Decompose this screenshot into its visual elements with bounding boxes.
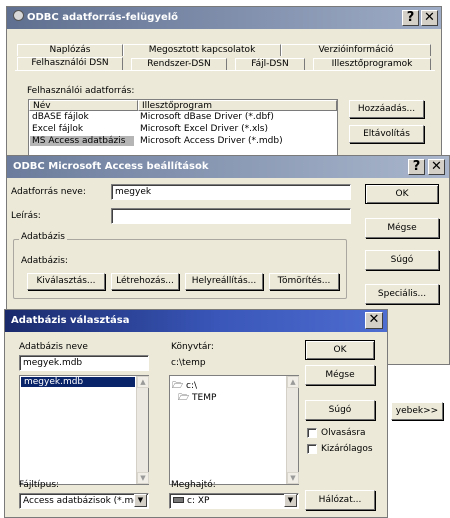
compact-db-button[interactable]: Tömörítés... [269, 273, 339, 290]
list-item[interactable]: Excel fájlok Microsoft Excel Driver (*.xl… [32, 124, 332, 134]
list-item[interactable]: 🗁 TEMP [178, 390, 216, 406]
tab-panel-border [15, 70, 435, 71]
datasource-list[interactable]: Név Illesztőprogram dBASE fájlok Microsof… [28, 99, 338, 159]
dbname-field[interactable]: megyek.mdb [19, 355, 149, 371]
odbc-icon [13, 10, 24, 21]
exclusive-label: Kizárólagos [321, 444, 373, 454]
tab-rendszer-dsn[interactable]: Rendszer-DSN [131, 58, 227, 70]
directory-label: Könyvtár: [171, 342, 214, 352]
dsn-name-field[interactable]: megyek [111, 184, 351, 200]
access-setup-titlebar[interactable]: ODBC Microsoft Access beállítások [7, 156, 449, 178]
cancel-button[interactable]: Mégse [305, 365, 375, 385]
column-header-name[interactable]: Név [29, 100, 138, 111]
scroll-up-icon[interactable]: ▲ [137, 376, 149, 388]
tab-verzio[interactable]: Verzióinformáció [281, 44, 431, 56]
repair-db-button[interactable]: Helyreállítás... [185, 273, 263, 290]
drive-label: Meghajtó: [171, 480, 216, 490]
select-db-window: Adatbázis választása ✕ Adatbázis neve me… [4, 309, 388, 518]
readonly-label: Olvasásra [321, 428, 366, 438]
open-folder-icon: 🗁 [178, 393, 190, 403]
list-item-selected[interactable]: megyek.mdb [21, 377, 135, 387]
odbc-admin-titlebar[interactable]: ODBC adatforrás-felügyelő [7, 7, 441, 29]
dir-list-scrollbar[interactable]: ▲ ▼ [286, 376, 299, 484]
tab-felhasznaloi-dsn[interactable]: Felhasználói DSN [17, 57, 123, 70]
filetype-select[interactable]: Access adatbázisok (*.mc [19, 493, 149, 509]
cancel-button[interactable]: Mégse [365, 218, 439, 238]
tab-fajl-dsn[interactable]: Fájl-DSN [235, 58, 305, 70]
add-button[interactable]: Hozzáadás... [349, 100, 424, 118]
directory-path: c:\temp [171, 358, 206, 368]
chevron-down-icon[interactable]: ▼ [134, 494, 147, 507]
file-list[interactable]: megyek.mdb ▲ ▼ [19, 375, 149, 485]
scroll-down-icon[interactable]: ▼ [287, 472, 299, 484]
user-datasource-label: Felhasználói adatforrás: [27, 86, 135, 96]
exclusive-checkbox[interactable] [307, 444, 317, 454]
tab-illesztoprogramok[interactable]: Illesztőprogramok [313, 58, 431, 70]
drive-select[interactable]: c: XP [169, 493, 299, 509]
network-button[interactable]: Hálózat... [305, 490, 375, 510]
tab-naplozas[interactable]: Naplózás [17, 44, 123, 56]
advanced-button[interactable]: Speciális... [365, 284, 439, 304]
database-group-label: Adatbázis [19, 232, 67, 242]
close-icon[interactable]: ✕ [365, 312, 383, 329]
options-button[interactable]: yebek>> [391, 402, 443, 420]
description-label: Leírás: [11, 211, 41, 221]
filetype-label: Fájltípus: [19, 480, 60, 490]
select-db-button[interactable]: Kiválasztás... [27, 273, 105, 290]
description-field[interactable] [111, 208, 351, 224]
select-db-titlebar[interactable]: Adatbázis választása [5, 310, 387, 332]
close-icon[interactable]: ✕ [421, 10, 438, 26]
database-label: Adatbázis: [21, 256, 68, 266]
directory-list[interactable]: 🗁 c:\ 🗁 TEMP ▲ ▼ [169, 375, 299, 485]
list-item[interactable]: dBASE fájlok Microsoft dBase Driver (*.db… [32, 112, 332, 122]
scroll-down-icon[interactable]: ▼ [137, 472, 149, 484]
ok-button[interactable]: OK [305, 340, 375, 360]
access-setup-title: ODBC Microsoft Access beállítások [13, 161, 209, 172]
tab-megosztott[interactable]: Megosztott kapcsolatok [123, 44, 281, 56]
file-list-scrollbar[interactable]: ▲ ▼ [136, 376, 149, 484]
select-db-title: Adatbázis választása [11, 315, 130, 326]
dbname-label: Adatbázis neve [19, 342, 88, 352]
help-title-button[interactable]: ? [402, 10, 419, 26]
ok-button[interactable]: OK [365, 184, 439, 204]
list-item-selected[interactable]: MS Access adatbázis Microsoft Access Driv… [30, 136, 336, 146]
database-groupbox [13, 239, 347, 299]
chevron-down-icon[interactable]: ▼ [284, 494, 297, 507]
remove-button[interactable]: Eltávolítás [349, 125, 424, 143]
readonly-checkbox[interactable] [307, 428, 317, 438]
drive-icon [173, 497, 184, 503]
scroll-up-icon[interactable]: ▲ [287, 376, 299, 388]
help-button[interactable]: Súgó [305, 400, 375, 420]
help-title-button[interactable]: ? [408, 159, 425, 175]
odbc-admin-title: ODBC adatforrás-felügyelő [27, 12, 179, 23]
create-db-button[interactable]: Létrehozás... [111, 273, 179, 290]
help-button[interactable]: Súgó [365, 250, 439, 270]
dsn-name-label: Adatforrás neve: [11, 187, 86, 197]
column-header-driver[interactable]: Illesztőprogram [138, 100, 337, 111]
close-icon[interactable]: ✕ [428, 159, 445, 175]
